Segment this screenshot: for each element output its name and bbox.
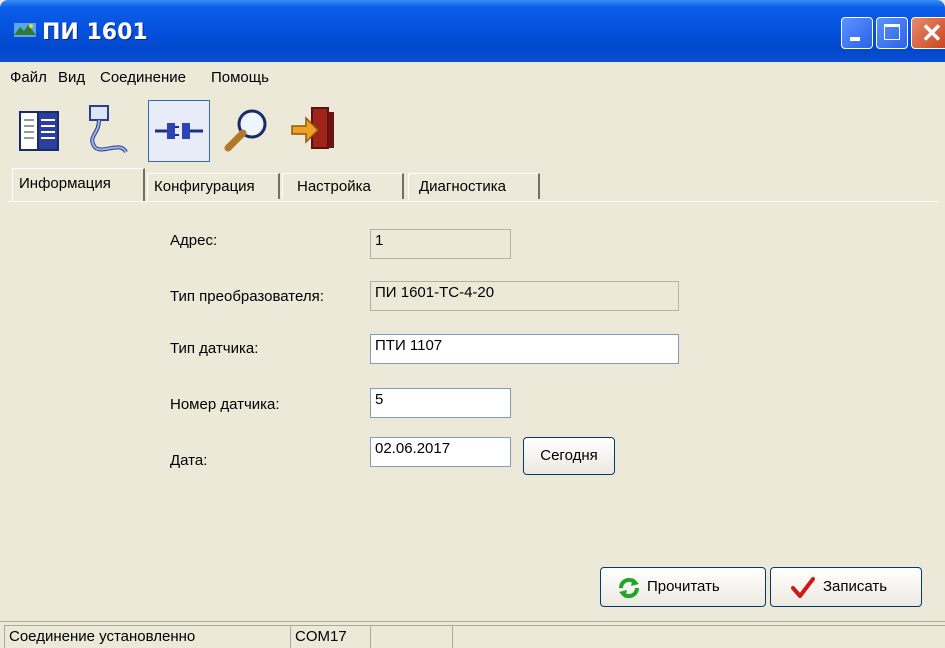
tab-configuration[interactable]: Конфигурация — [147, 173, 280, 199]
sensor-number-field[interactable]: 5 — [370, 388, 511, 418]
menu-file[interactable]: Файл — [10, 69, 47, 86]
write-button[interactable]: Записать — [770, 567, 922, 607]
toolbar-exit-button[interactable] — [284, 100, 346, 162]
write-button-label: Записать — [823, 578, 888, 595]
book-icon — [19, 111, 59, 151]
menu-connection[interactable]: Соединение — [100, 69, 186, 86]
maximize-button[interactable] — [876, 17, 908, 49]
menu-bar: Файл Вид Соединение Помощь — [0, 62, 945, 88]
status-bar: Соединение установленно COM17 — [0, 621, 945, 648]
read-button-label: Прочитать — [647, 578, 720, 595]
sensor-type-field[interactable]: ПТИ 1107 — [370, 334, 679, 364]
address-label: Адрес: — [170, 232, 218, 249]
magnifier-icon — [224, 109, 267, 152]
connect-icon — [155, 123, 203, 139]
tab-diagnostics[interactable]: Диагностика — [408, 173, 540, 199]
read-button[interactable]: Прочитать — [600, 567, 766, 607]
toolbar-port-button[interactable] — [80, 100, 142, 162]
app-icon — [14, 23, 36, 37]
tab-strip: Информация Конфигурация Настройка Диагно… — [8, 168, 938, 202]
converter-type-label: Тип преобразователя: — [170, 288, 324, 305]
exit-icon — [291, 107, 334, 149]
minimize-icon — [850, 37, 860, 41]
toolbar — [0, 90, 945, 162]
window-title: ПИ 1601 — [42, 20, 148, 45]
refresh-icon — [618, 577, 640, 599]
menu-help[interactable]: Помощь — [211, 69, 269, 86]
information-panel: Адрес: 1 Тип преобразователя: ПИ 1601-ТС… — [8, 201, 938, 616]
address-field: 1 — [370, 229, 511, 259]
tab-information[interactable]: Информация — [12, 168, 145, 201]
menu-view[interactable]: Вид — [58, 69, 85, 86]
date-label: Дата: — [170, 452, 208, 469]
converter-type-field: ПИ 1601-ТС-4-20 — [370, 281, 679, 311]
minimize-button[interactable] — [841, 17, 873, 49]
close-button[interactable]: ✕ — [911, 17, 945, 49]
status-port: COM17 — [290, 625, 370, 648]
checkmark-icon — [791, 577, 815, 598]
toolbar-info-button[interactable] — [12, 100, 74, 162]
today-button[interactable]: Сегодня — [523, 437, 615, 475]
title-bar[interactable]: ПИ 1601 ✕ — [0, 0, 945, 62]
toolbar-search-button[interactable] — [216, 100, 278, 162]
tab-settings[interactable]: Настройка — [282, 173, 404, 199]
maximize-icon — [884, 24, 900, 40]
cable-icon — [89, 105, 128, 154]
sensor-type-label: Тип датчика: — [170, 340, 259, 357]
toolbar-connect-button[interactable] — [148, 100, 210, 162]
status-connection: Соединение установленно — [4, 625, 290, 648]
date-field[interactable]: 02.06.2017 — [370, 437, 511, 467]
close-icon: ✕ — [921, 18, 943, 48]
status-cell-3 — [370, 625, 452, 648]
sensor-number-label: Номер датчика: — [170, 396, 280, 413]
status-cell-4 — [452, 625, 945, 648]
application-window: ПИ 1601 ✕ Файл Вид Соединение Помощь Инф… — [0, 0, 945, 648]
